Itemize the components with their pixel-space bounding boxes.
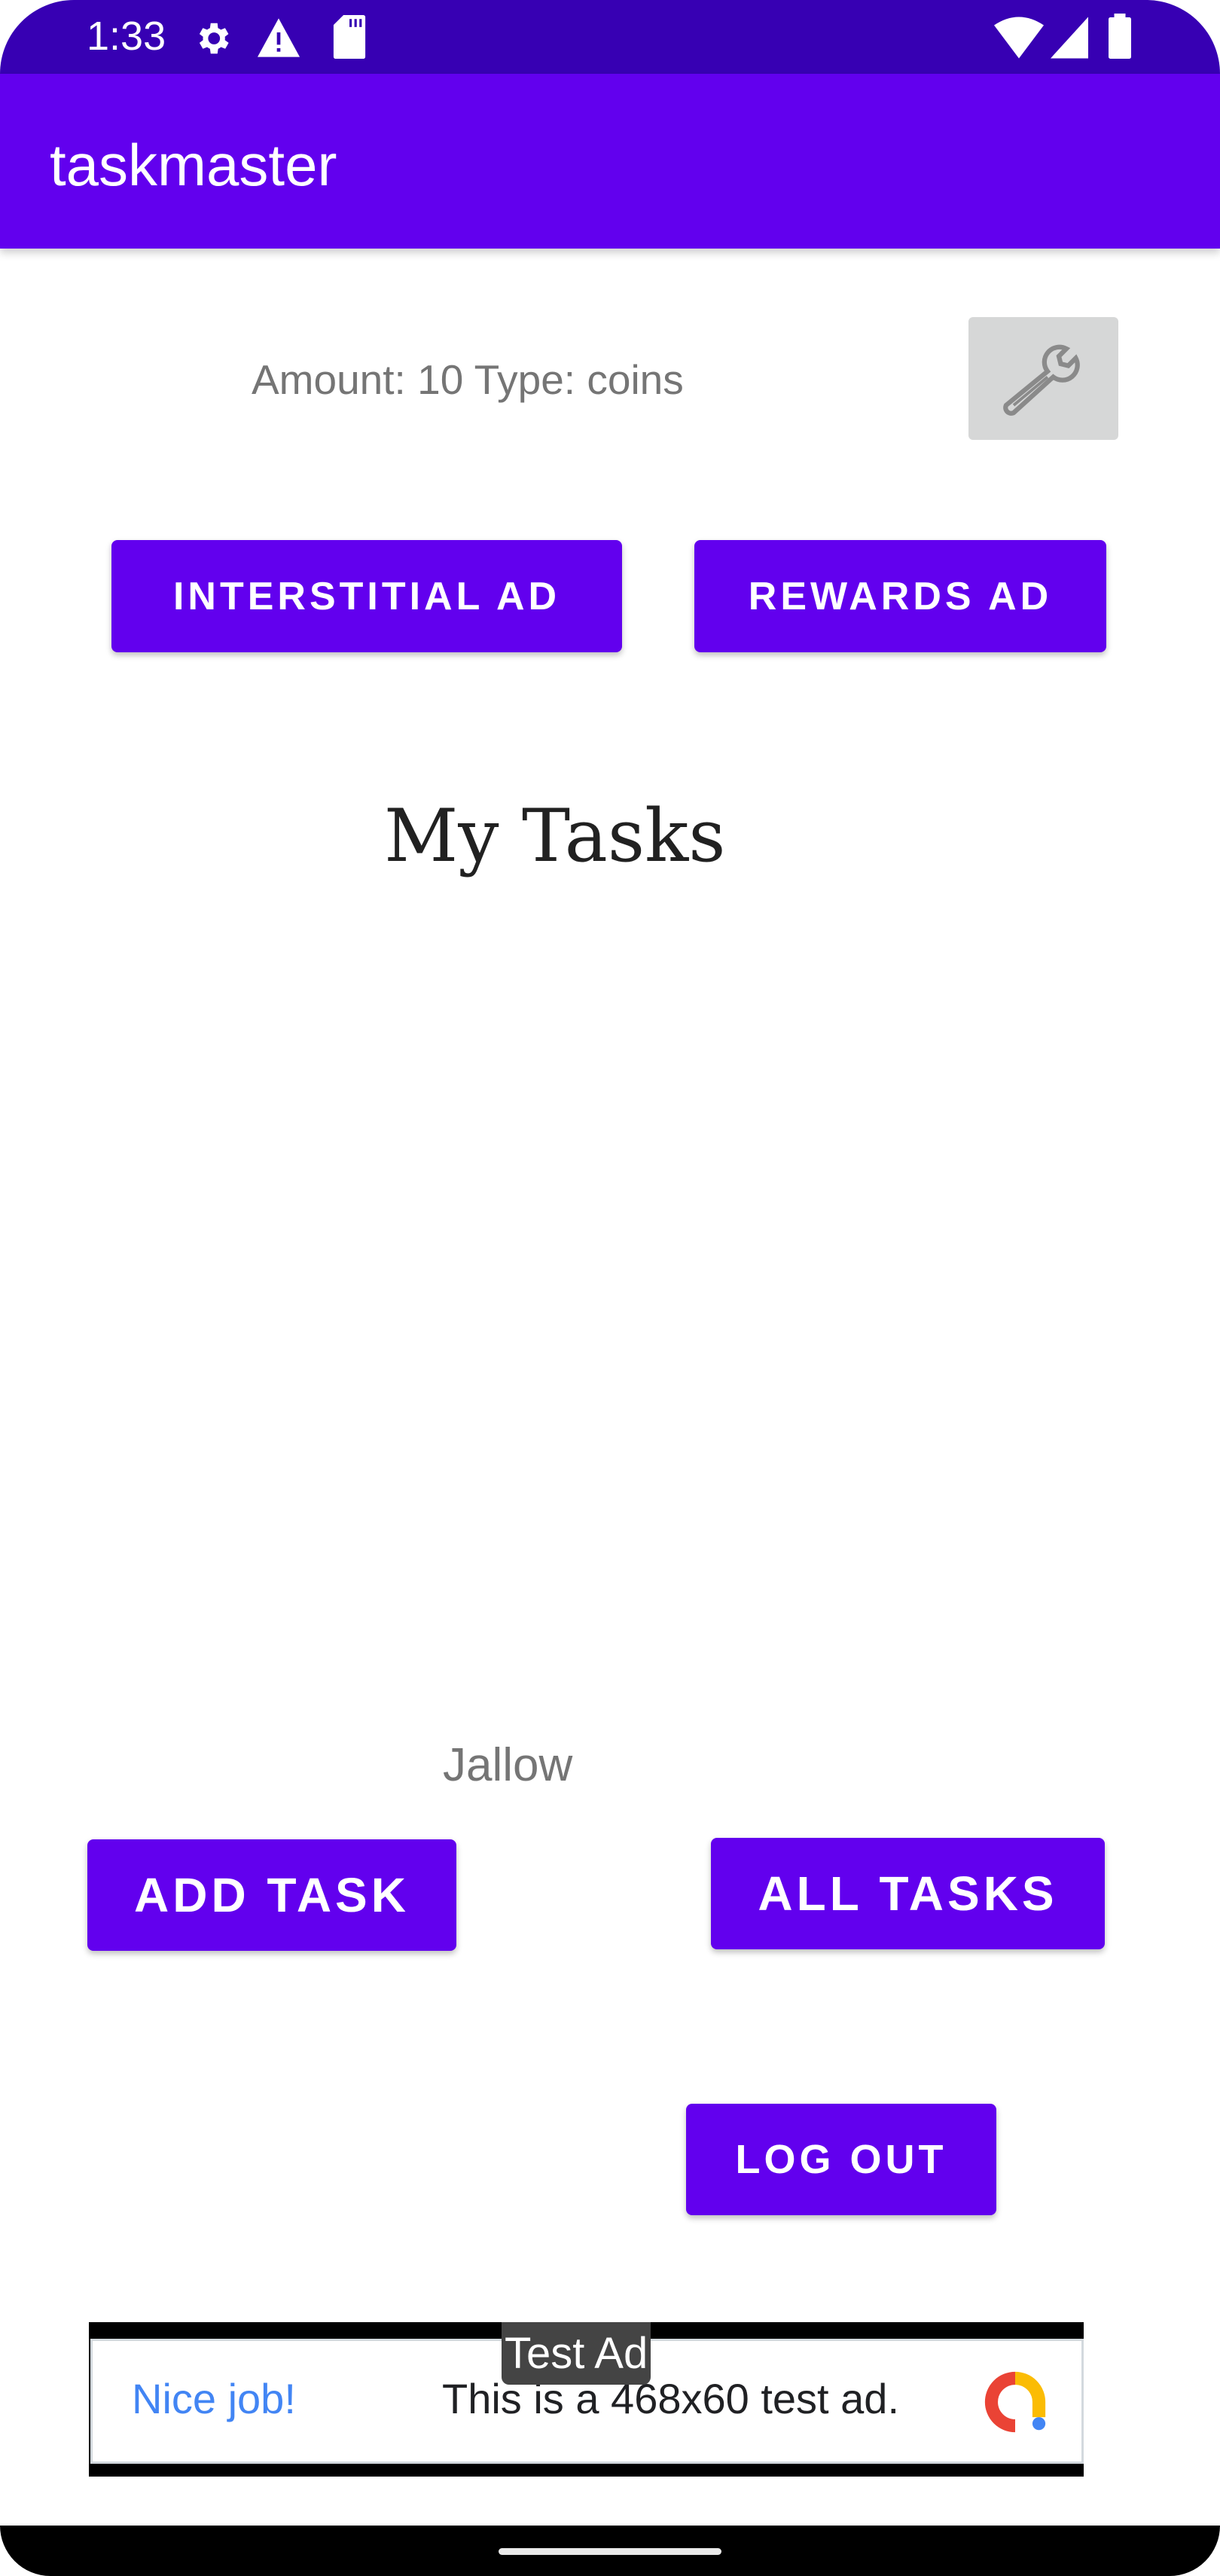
page-title: My Tasks <box>384 794 726 878</box>
sd-card-icon <box>333 15 366 59</box>
status-bar: 1:33 <box>0 0 1220 74</box>
ad-headline: Nice job! <box>132 2375 296 2422</box>
signal-icon <box>1051 17 1088 59</box>
wrench-icon <box>1002 344 1080 416</box>
add-task-button[interactable]: Add Task <box>87 1839 456 1951</box>
status-time: 1:33 <box>87 14 166 59</box>
battery-icon <box>1109 14 1131 59</box>
app-bar: taskmaster <box>0 74 1220 249</box>
home-indicator[interactable] <box>499 2548 721 2555</box>
wifi-icon <box>994 17 1044 59</box>
admob-logo-icon <box>984 2371 1046 2433</box>
test-ad-badge: Test Ad <box>502 2322 651 2385</box>
banner-ad[interactable]: Nice job! This is a 468x60 test ad. Test… <box>89 2322 1084 2477</box>
log-out-button[interactable]: Log Out <box>686 2104 996 2215</box>
reward-amount-text: Amount: 10 Type: coins <box>252 356 684 403</box>
app-title: taskmaster <box>50 132 337 198</box>
interstitial-ad-button[interactable]: Interstitial Ad <box>111 540 622 652</box>
username-label: Jallow <box>443 1739 573 1791</box>
gear-icon <box>199 23 229 54</box>
settings-button[interactable] <box>968 317 1118 440</box>
navigation-bar <box>0 2526 1220 2576</box>
warning-icon <box>258 18 300 57</box>
all-tasks-button[interactable]: All Tasks <box>711 1838 1105 1949</box>
rewards-ad-button[interactable]: Rewards Ad <box>694 540 1106 652</box>
